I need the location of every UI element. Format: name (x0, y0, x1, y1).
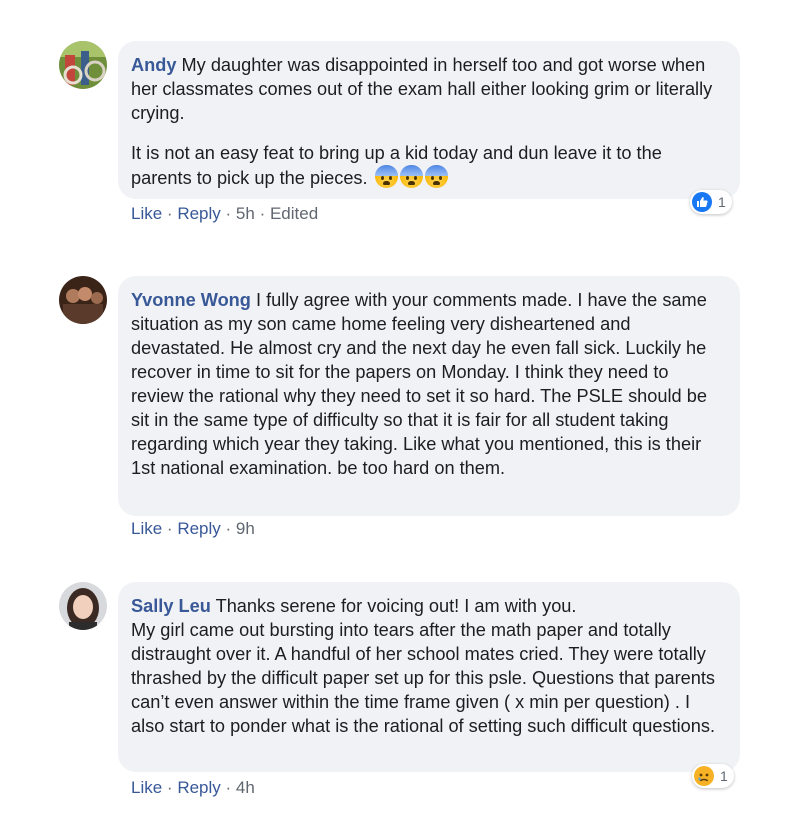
like-link[interactable]: Like (131, 519, 162, 538)
comment-bubble: Andy My daughter was disappointed in her… (118, 41, 740, 199)
timestamp[interactable]: 9h (236, 519, 255, 538)
like-link[interactable]: Like (131, 204, 162, 223)
comment-text: My daughter was disappointed in herself … (131, 55, 713, 123)
comment-author[interactable]: Yvonne Wong (131, 290, 251, 310)
comment-text: Thanks serene for voicing out! I am with… (210, 596, 577, 616)
anxious-face-icon (399, 165, 423, 188)
avatar[interactable] (59, 582, 107, 630)
comment-actions: Like · Reply · 5h · Edited (131, 204, 319, 223)
avatar[interactable] (59, 41, 107, 89)
comment-author[interactable]: Andy (131, 55, 176, 75)
reply-link[interactable]: Reply (177, 204, 220, 223)
avatar[interactable] (59, 276, 107, 324)
anxious-face-icon (374, 165, 398, 188)
reaction-count-value: 1 (718, 194, 726, 210)
timestamp[interactable]: 5h (236, 204, 255, 223)
sad-reaction-icon (694, 766, 714, 786)
anxious-face-icon (424, 165, 448, 188)
timestamp[interactable]: 4h (236, 778, 255, 797)
comment-bubble: Yvonne Wong I fully agree with your comm… (118, 276, 740, 516)
comment-bubble: Sally Leu Thanks serene for voicing out!… (118, 582, 740, 772)
comment-author[interactable]: Sally Leu (131, 596, 211, 616)
reply-link[interactable]: Reply (177, 519, 220, 538)
reaction-count[interactable]: 1 (690, 190, 732, 214)
like-link[interactable]: Like (131, 778, 162, 797)
edited-label[interactable]: Edited (270, 204, 318, 223)
comment-text: My girl came out bursting into tears aft… (131, 620, 716, 736)
like-reaction-icon (692, 192, 712, 212)
reaction-count[interactable]: 1 (692, 764, 734, 788)
reaction-count-value: 1 (720, 768, 728, 784)
reply-link[interactable]: Reply (177, 778, 220, 797)
comment-actions: Like · Reply · 9h (131, 519, 255, 538)
comment-text: I fully agree with your comments made. I… (131, 290, 707, 478)
comment-actions: Like · Reply · 4h (131, 778, 255, 797)
